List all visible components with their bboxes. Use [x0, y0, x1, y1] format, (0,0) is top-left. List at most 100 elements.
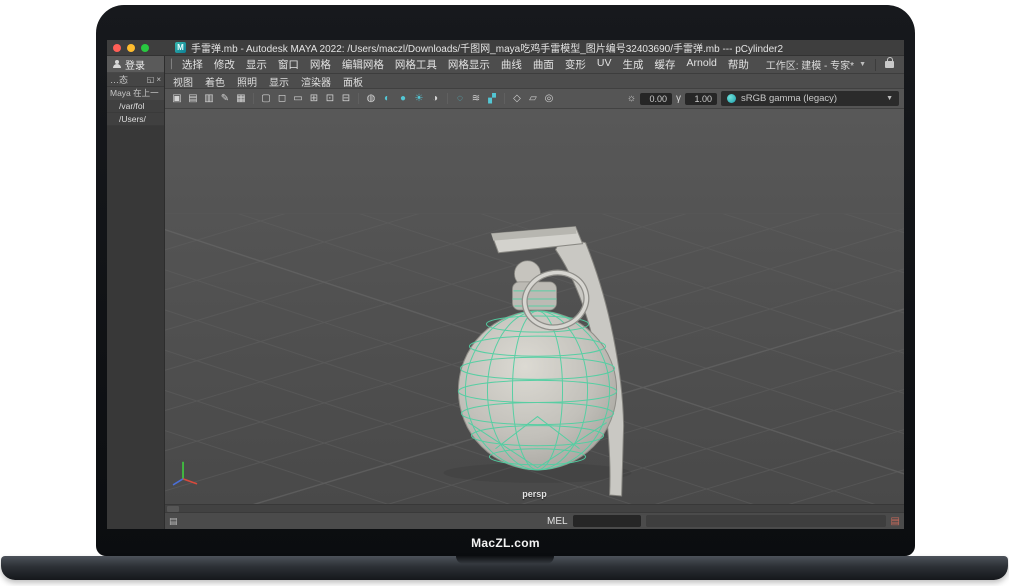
- exposure-icon[interactable]: ☼: [627, 93, 636, 104]
- toolbar-separator[interactable]: [253, 93, 254, 104]
- mel-label[interactable]: MEL: [547, 516, 568, 527]
- film-gate-icon[interactable]: ▢: [259, 93, 273, 104]
- axis-gizmo: [173, 462, 197, 485]
- sidebar-status-note: Maya 在上一: [107, 87, 164, 100]
- menu-item[interactable]: 帮助: [728, 57, 749, 72]
- colorspace-label: sRGB gamma (legacy): [741, 93, 837, 104]
- sidebar-path-list: /var/fol /Users/: [107, 100, 164, 126]
- use-all-lights-icon[interactable]: ☀: [412, 93, 426, 104]
- viewport-toolbar-right: ☼ 0.00 γ 1.00 sRGB gamma (legacy) ▼: [627, 91, 899, 106]
- grenade-body: [458, 311, 616, 470]
- exposure-field[interactable]: 0.00: [640, 93, 672, 105]
- sidebar-tab[interactable]: …态: [110, 73, 128, 86]
- wireframe-on-shaded-icon[interactable]: ◍: [364, 93, 378, 104]
- camera-attributes-icon[interactable]: ▣: [170, 93, 184, 104]
- laptop-notch: [456, 556, 554, 564]
- menu-item[interactable]: 曲线: [501, 57, 522, 72]
- sidebar-panel: 登录 …态 ◱ × Maya 在上一 /var/fol /Use: [107, 56, 165, 529]
- panel-menubar: 视图 着色 照明 显示 渲染器 面板: [165, 74, 904, 89]
- toolbar-separator[interactable]: [447, 93, 448, 104]
- menu-item[interactable]: UV: [597, 57, 612, 72]
- safe-title-icon[interactable]: ⊟: [339, 93, 353, 104]
- main-menubar: ▏ 选择 修改 显示 窗口 网格: [165, 56, 904, 74]
- colorspace-icon: [727, 94, 736, 103]
- safe-action-icon[interactable]: ⊡: [323, 93, 337, 104]
- panel-menu-item[interactable]: 照明: [231, 74, 263, 89]
- sidebar-empty-area: [107, 126, 164, 529]
- viewport-panel[interactable]: persp: [165, 109, 904, 504]
- sidebar-path-item[interactable]: /Users/: [107, 113, 164, 126]
- textured-display-icon[interactable]: ●: [396, 93, 410, 104]
- resolution-gate-icon[interactable]: ◻: [275, 93, 289, 104]
- depth-of-field-icon[interactable]: ◎: [542, 93, 556, 104]
- viewport-canvas[interactable]: [165, 109, 904, 504]
- viewport-toolbar: ▣ ▤ ▥ ✎ ▦ ▢: [165, 89, 904, 109]
- person-icon: [113, 60, 121, 68]
- bookmarks-icon[interactable]: ▤: [186, 93, 200, 104]
- zoom-window-button[interactable]: [141, 44, 149, 52]
- gamma-icon[interactable]: γ: [676, 93, 681, 104]
- lock-icon[interactable]: [885, 61, 894, 68]
- menu-item[interactable]: 编辑网格: [342, 57, 384, 72]
- script-editor-icon[interactable]: ▤: [891, 516, 900, 527]
- laptop-lid: M 手雷弹.mb - Autodesk MAYA 2022: /Users/ma…: [96, 5, 915, 556]
- menu-grip-icon: ▏: [171, 59, 178, 70]
- menu-item[interactable]: 网格: [310, 57, 331, 72]
- close-window-button[interactable]: [113, 44, 121, 52]
- menu-item[interactable]: 窗口: [278, 57, 299, 72]
- panel-menu-item[interactable]: 面板: [337, 74, 369, 89]
- xray-icon[interactable]: ▱: [526, 93, 540, 104]
- menu-item[interactable]: 网格工具: [395, 57, 437, 72]
- menu-item[interactable]: 变形: [565, 57, 586, 72]
- shaded-display-icon[interactable]: ◐: [380, 93, 394, 104]
- mel-input[interactable]: [573, 515, 641, 527]
- range-handle[interactable]: [167, 506, 179, 512]
- anti-aliasing-icon[interactable]: ▞: [485, 93, 499, 104]
- panel-menu-item[interactable]: 视图: [167, 74, 199, 89]
- menu-item[interactable]: 生成: [623, 57, 644, 72]
- command-line: ▤ MEL ▤: [165, 512, 904, 529]
- image-plane-icon[interactable]: ▥: [202, 93, 216, 104]
- brand-label: MacZL.com: [471, 536, 540, 550]
- ambient-occlusion-icon[interactable]: ◌: [453, 93, 467, 104]
- grease-pencil-icon[interactable]: ✎: [218, 93, 232, 104]
- mel-output[interactable]: [646, 515, 886, 527]
- colorspace-dropdown[interactable]: sRGB gamma (legacy) ▼: [721, 91, 899, 106]
- float-panel-icon[interactable]: ◱: [147, 75, 155, 84]
- menu-list: 选择 修改 显示 窗口 网格 编辑网格: [182, 57, 749, 72]
- gate-mask-icon[interactable]: ▭: [291, 93, 305, 104]
- minimize-window-button[interactable]: [127, 44, 135, 52]
- login-button[interactable]: 登录: [107, 56, 164, 73]
- toolbar-separator[interactable]: [504, 93, 505, 104]
- laptop-base: [1, 556, 1008, 580]
- grenade-neck: [512, 282, 556, 310]
- menu-item[interactable]: 缓存: [655, 57, 676, 72]
- isolate-select-icon[interactable]: ◇: [510, 93, 524, 104]
- gamma-field[interactable]: 1.00: [685, 93, 717, 105]
- menu-item[interactable]: 选择: [182, 57, 203, 72]
- menu-item[interactable]: 曲面: [533, 57, 554, 72]
- panel-menu-item[interactable]: 着色: [199, 74, 231, 89]
- menu-item[interactable]: Arnold: [687, 57, 717, 72]
- grenade-model: [443, 227, 631, 496]
- grid-layout-icon[interactable]: ▤: [169, 516, 178, 527]
- workspace-label: 工作区: 建模 - 专家*: [766, 57, 854, 72]
- shadows-icon[interactable]: ◑: [428, 93, 442, 104]
- window-titlebar: M 手雷弹.mb - Autodesk MAYA 2022: /Users/ma…: [107, 40, 904, 56]
- workspace-selector[interactable]: 工作区: 建模 - 专家* ▼: [762, 57, 870, 72]
- close-icon[interactable]: ×: [156, 75, 161, 84]
- range-slider-strip[interactable]: [165, 504, 904, 512]
- motion-blur-icon[interactable]: ≋: [469, 93, 483, 104]
- menu-item[interactable]: 网格显示: [448, 57, 490, 72]
- menu-item[interactable]: 显示: [246, 57, 267, 72]
- panel-menu-item[interactable]: 渲染器: [295, 74, 337, 89]
- grid-toggle-icon[interactable]: ▦: [234, 93, 248, 104]
- camera-label: persp: [522, 489, 547, 499]
- menu-item[interactable]: 修改: [214, 57, 235, 72]
- toolbar-separator[interactable]: [358, 93, 359, 104]
- chevron-down-icon: ▼: [886, 95, 893, 102]
- panel-menu-item[interactable]: 显示: [263, 74, 295, 89]
- laptop-chin: MacZL.com: [96, 529, 915, 556]
- field-chart-icon[interactable]: ⊞: [307, 93, 321, 104]
- sidebar-path-item[interactable]: /var/fol: [107, 100, 164, 113]
